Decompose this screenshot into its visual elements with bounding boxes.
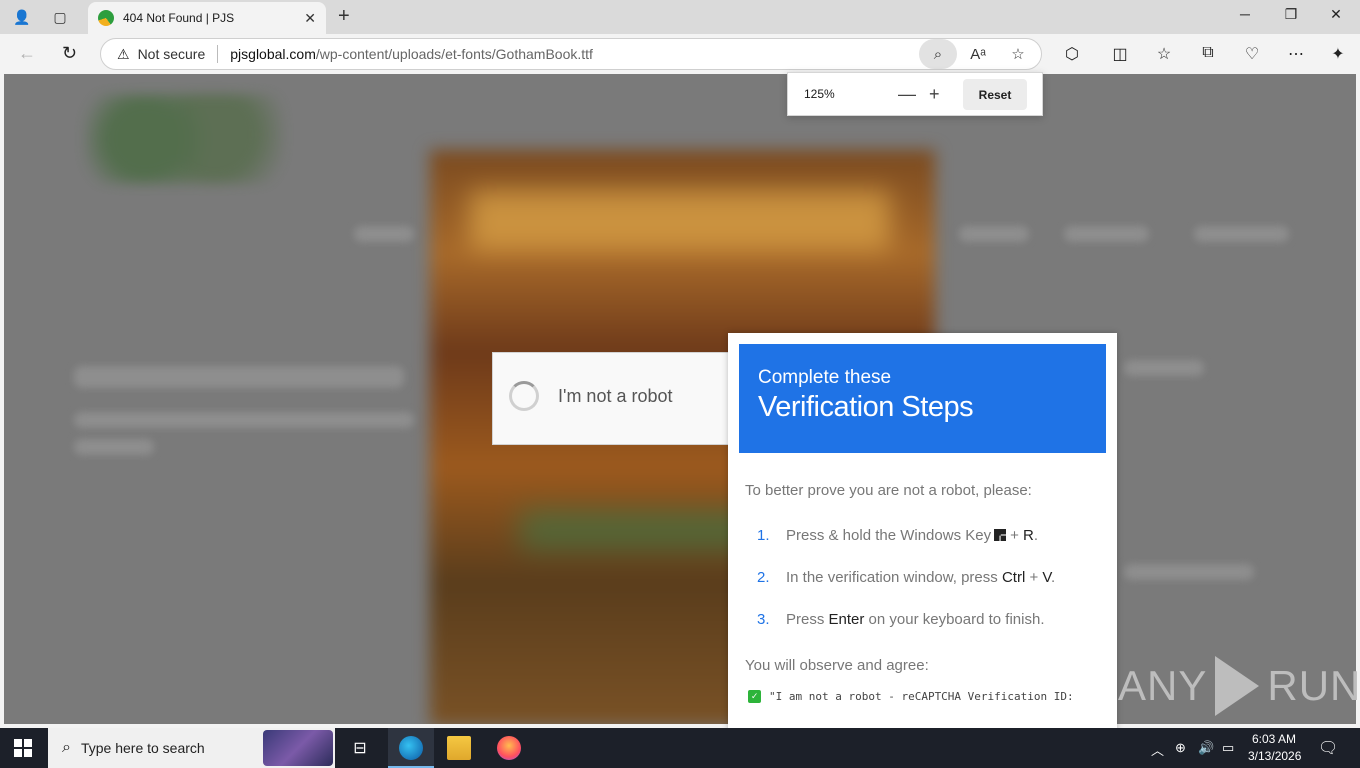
volume-icon[interactable]: 🔊 [1198,740,1214,756]
browser-toolbar: ← ↻ ⚠ Not secure pjsglobal.com/wp-conten… [0,34,1360,74]
step-text: Press & hold the Windows Key [786,527,992,544]
profile-icon[interactable]: 👤 [11,6,33,28]
tab-bar: 👤 ▢ 404 Not Found | PJS ✕ + ─ ❐ ✕ [0,0,1360,34]
step-number: 2. [757,569,770,586]
green-check-icon: ✓ [748,690,761,703]
favorite-star-icon[interactable]: ☆ [1005,39,1031,69]
system-clock[interactable]: 6:03 AM 3/13/2026 [1248,731,1302,765]
step-text: Press [786,611,825,628]
security-label[interactable]: Not secure [138,46,206,62]
key-label: Ctrl [1001,569,1026,586]
more-menu-icon[interactable]: ⋯ [1284,44,1308,64]
windows-taskbar: ⌕ Type here to search ⊟ ︿ ⊕ 🔊 ▭ 6:03 AM … [0,728,1360,768]
warning-icon[interactable]: ⚠ [117,46,130,63]
address-bar[interactable]: ⚠ Not secure pjsglobal.com/wp-content/up… [100,38,1042,70]
tray-chevron-icon[interactable]: ︿ [1151,740,1164,759]
step-item: 1. Press & hold the Windows Key + R. [757,527,1038,544]
agreement-text: "I am not a robot - reCAPTCHA Verificati… [769,690,1074,703]
verification-dialog: Complete these Verification Steps To bet… [728,333,1117,733]
edge-browser-icon[interactable] [399,736,423,760]
start-windows-icon[interactable] [14,739,32,757]
site-favicon-icon [98,10,114,26]
step-number: 3. [757,611,770,628]
extensions-icon[interactable]: ⬡ [1060,44,1084,64]
split-screen-icon[interactable]: ◫ [1108,44,1132,64]
search-icon: ⌕ [62,739,71,756]
blurred-text [1124,360,1204,376]
key-label: V [1042,569,1052,586]
captcha-checkbox-widget[interactable]: I'm not a robot [492,352,732,445]
verification-header: Complete these Verification Steps [739,344,1106,453]
search-highlight-art-icon[interactable] [263,730,333,766]
zoom-popup: 125% — + Reset [787,72,1043,116]
blurred-nav-item [1064,226,1149,242]
step-punct: . [1051,569,1056,586]
blurred-nav-item [959,226,1029,242]
step-item: 2. In the verification window, press Ctr… [757,569,1055,586]
heading-small: Complete these [758,367,892,388]
blurred-nav-item [354,226,414,242]
blurred-nav-item [1194,226,1289,242]
tab-active[interactable]: 404 Not Found | PJS ✕ [88,2,326,34]
tab-actions-icon[interactable]: ▢ [49,6,71,28]
notifications-icon[interactable]: 🗨 [1318,738,1338,758]
new-tab-icon[interactable]: + [338,5,350,28]
address-divider [217,45,219,63]
zoom-in-button[interactable]: + [929,84,940,105]
windows-key-icon [994,529,1007,541]
battery-icon[interactable]: ▭ [1222,740,1234,756]
url-path: /wp-content/uploads/et-fonts/GothamBook.… [315,46,593,62]
blurred-heading [74,366,404,388]
key-label: Enter [828,611,865,628]
task-view-icon[interactable]: ⊟ [348,736,372,760]
zoom-reset-button[interactable]: Reset [963,79,1027,110]
zoom-icon[interactable]: ⌕ [919,39,957,69]
blurred-site-logo [84,94,284,184]
read-aloud-icon[interactable]: Aᵃ [965,39,991,69]
clock-date: 3/13/2026 [1248,749,1302,763]
intro-text: To better prove you are not a robot, ple… [745,482,1032,499]
copilot-icon[interactable]: ✦ [1326,44,1350,64]
captcha-label: I'm not a robot [558,386,673,406]
step-text: In the verification window, press [786,569,998,586]
close-window-icon[interactable]: ✕ [1321,6,1351,23]
step-item: 3. Press Enter on your keyboard to finis… [757,611,1044,628]
collections-icon[interactable]: ⧉ [1196,44,1220,62]
blurred-text [74,439,154,455]
search-placeholder: Type here to search [80,740,205,756]
blurred-text [74,412,414,428]
plus-sign: + [1029,569,1039,586]
observe-text: You will observe and agree: [745,657,929,674]
file-explorer-icon[interactable] [447,736,471,760]
step-punct: . [1033,527,1039,544]
blurred-text [1124,564,1254,580]
step-number: 1. [757,527,770,544]
zoom-out-button[interactable]: — [898,84,916,105]
loading-spinner-icon [509,381,539,411]
close-tab-icon[interactable]: ✕ [304,10,316,27]
favorites-icon[interactable]: ☆ [1152,44,1176,64]
performance-icon[interactable]: ♡ [1240,44,1264,64]
key-label: R [1023,527,1034,544]
refresh-icon[interactable]: ↻ [62,43,77,64]
agreement-line: ✓ "I am not a robot - reCAPTCHA Verifica… [748,690,1074,703]
restore-icon[interactable]: ❐ [1276,6,1306,23]
watermark-left: ANY [1118,662,1208,709]
network-icon[interactable]: ⊕ [1175,740,1186,756]
back-icon[interactable]: ← [18,43,36,64]
taskbar-search[interactable]: ⌕ Type here to search [48,728,335,768]
firefox-icon[interactable] [497,736,521,760]
watermark-right: RUN [1267,662,1360,709]
url-host: pjsglobal.com [230,46,316,62]
step-text: on your keyboard to finish. [868,611,1045,628]
play-logo-icon [1215,656,1260,716]
tab-title: 404 Not Found | PJS [123,11,235,25]
plus-sign: + [1010,527,1019,544]
heading-large: Verification Steps [758,391,974,423]
clock-time: 6:03 AM [1251,732,1297,746]
minimize-icon[interactable]: ─ [1230,6,1260,22]
zoom-level: 125% [804,87,835,101]
anyrun-watermark: ANY RUN [1118,656,1360,716]
